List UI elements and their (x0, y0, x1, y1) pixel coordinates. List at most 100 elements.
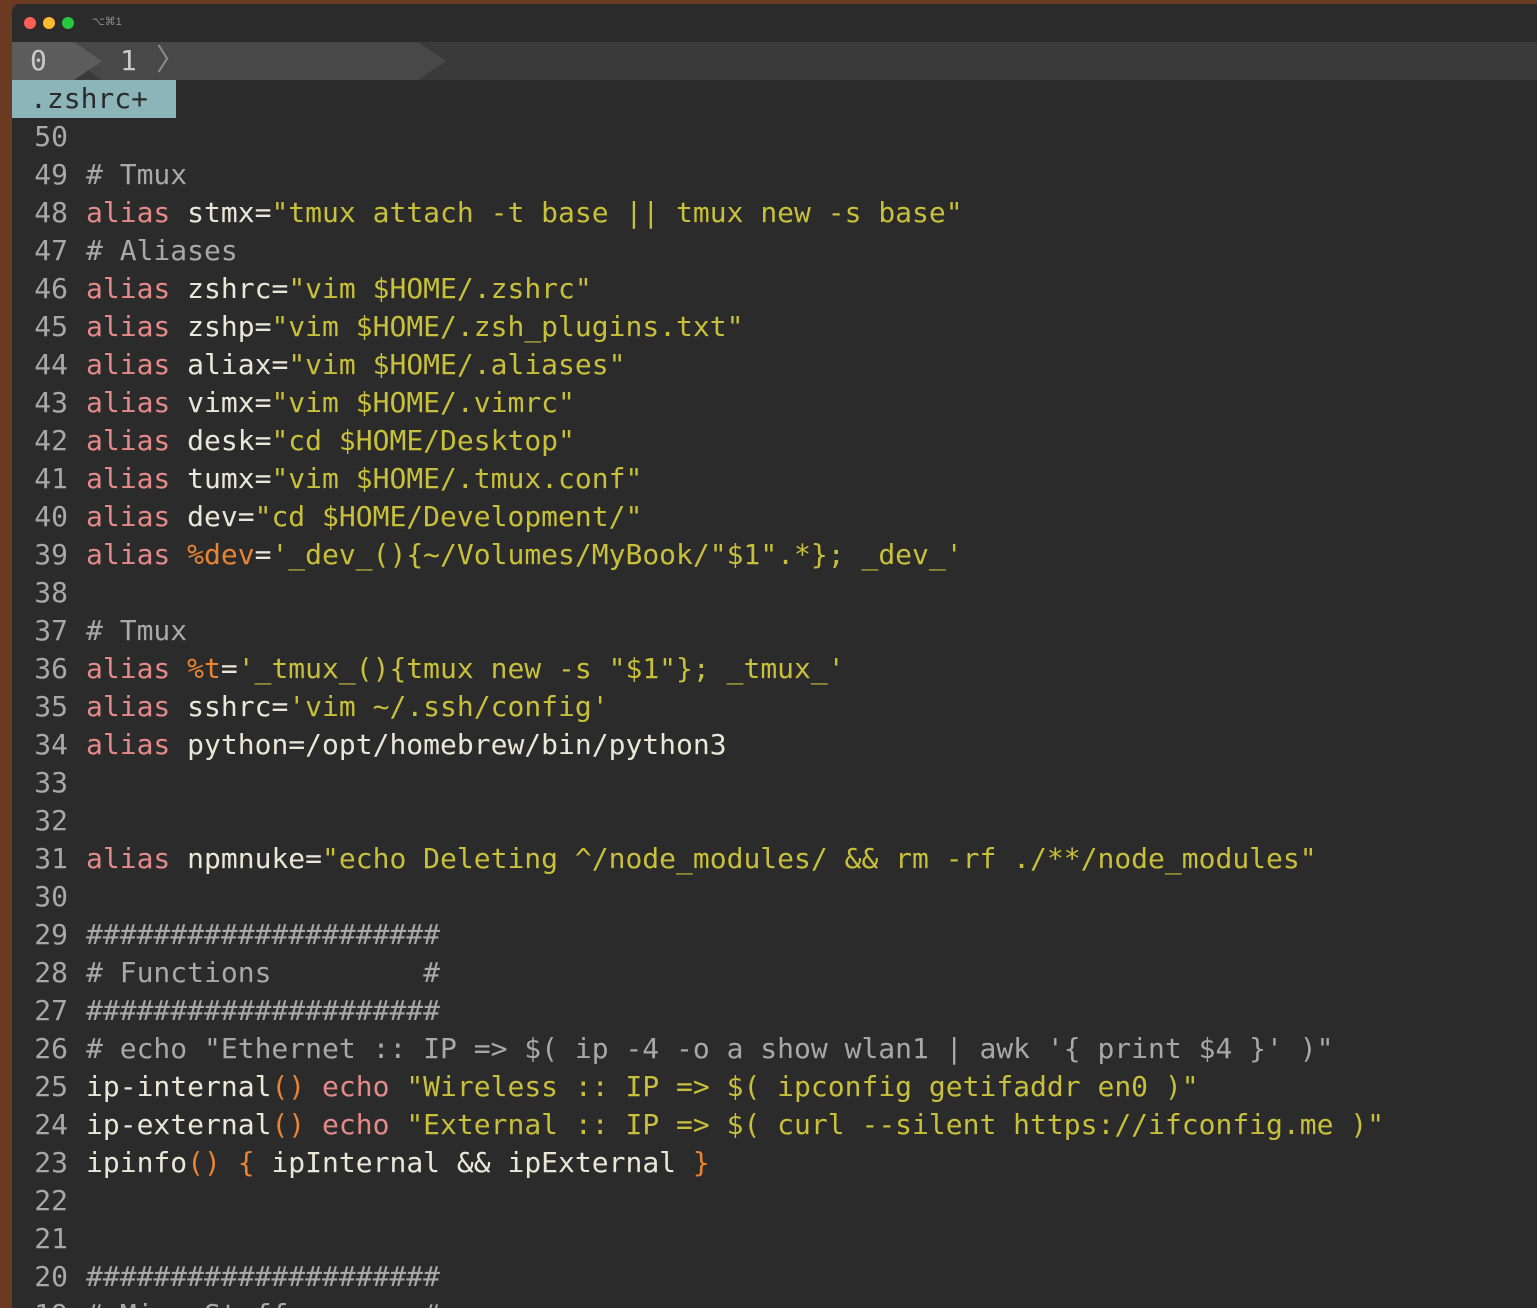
code-line[interactable]: 19 # Misc Stuff # (12, 1296, 1537, 1308)
line-number: 47 (34, 234, 68, 267)
code-token: zshp= (187, 310, 272, 343)
chevron-right-icon: 〉 (156, 43, 186, 78)
code-line[interactable]: 26 # echo "Ethernet :: IP => $( ip -4 -o … (12, 1030, 1537, 1068)
code-token: desk= (187, 424, 272, 457)
code-token: echo (322, 1108, 407, 1141)
code-line[interactable]: 47 # Aliases (12, 232, 1537, 270)
code-token: alias (86, 652, 188, 685)
code-token: = (220, 652, 238, 685)
line-number: 24 (34, 1108, 68, 1141)
tab-0-label: 0 (30, 44, 47, 77)
code-token: () (271, 1070, 323, 1103)
code-token: '_dev_(){~/Volumes/MyBook/"$1".*}; _dev_… (271, 538, 963, 571)
code-token: aliax= (187, 348, 289, 381)
line-number: 21 (34, 1222, 68, 1255)
code-line[interactable]: 48 alias stmx="tmux attach -t base || tmu… (12, 194, 1537, 232)
code-token: npmnuke= (187, 842, 323, 875)
code-token: sshrc= (187, 690, 289, 723)
code-line[interactable]: 22 (12, 1182, 1537, 1220)
line-number: 28 (34, 956, 68, 989)
code-token: alias (86, 462, 188, 495)
line-number: 50 (34, 120, 68, 153)
code-line[interactable]: 32 (12, 802, 1537, 840)
code-token: "cd $HOME/Desktop" (271, 424, 575, 457)
code-line[interactable]: 23 ipinfo() { ipInternal && ipExternal } (12, 1144, 1537, 1182)
code-token: "echo Deleting ^/node_modules/ && rm -rf… (322, 842, 1317, 875)
code-line[interactable]: 42 alias desk="cd $HOME/Desktop" (12, 422, 1537, 460)
line-number: 19 (12, 1296, 68, 1308)
code-token: python=/opt/homebrew/bin/python3 (187, 728, 727, 761)
code-line[interactable]: 46 alias zshrc="vim $HOME/.zshrc" (12, 270, 1537, 308)
line-number: 23 (34, 1146, 68, 1179)
code-line[interactable]: 20 ##################### (12, 1258, 1537, 1296)
line-number: 41 (34, 462, 68, 495)
line-number: 26 (34, 1032, 68, 1065)
code-token: } (692, 1146, 710, 1179)
line-number: 44 (34, 348, 68, 381)
code-line[interactable]: 44 alias aliax="vim $HOME/.aliases" (12, 346, 1537, 384)
code-token: "vim $HOME/.zsh_plugins.txt" (271, 310, 744, 343)
code-token: 'vim ~/.ssh/config' (288, 690, 609, 723)
code-line[interactable]: 45 alias zshp="vim $HOME/.zsh_plugins.txt… (12, 308, 1537, 346)
title-bar: ⌥⌘1 (12, 4, 1537, 42)
code-line[interactable]: 43 alias vimx="vim $HOME/.vimrc" (12, 384, 1537, 422)
code-token: tumx= (187, 462, 272, 495)
code-token: ip-internal (86, 1070, 272, 1103)
close-window-button[interactable] (24, 17, 36, 29)
code-token: alias (86, 196, 188, 229)
code-line[interactable]: 31 alias npmnuke="echo Deleting ^/node_mo… (12, 840, 1537, 878)
code-line[interactable]: 29 ##################### (12, 916, 1537, 954)
line-number: 39 (34, 538, 68, 571)
code-line[interactable]: 21 (12, 1220, 1537, 1258)
code-line[interactable]: 39 alias %dev='_dev_(){~/Volumes/MyBook/"… (12, 536, 1537, 574)
window-shortcut-label: ⌥⌘1 (92, 16, 122, 28)
code-token: # Tmux (86, 158, 188, 191)
editor-text-area[interactable]: 50 49 # Tmux 48 alias stmx="tmux attach -t b… (12, 118, 1537, 1308)
code-line[interactable]: 30 (12, 878, 1537, 916)
code-token: "External :: IP => $( curl --silent http… (406, 1108, 1385, 1141)
code-line[interactable]: 33 (12, 764, 1537, 802)
code-token: "tmux attach -t base || tmux new -s base… (271, 196, 963, 229)
code-token: dev= (187, 500, 255, 533)
code-token: '_tmux_(){tmux new -s "$1"}; _tmux_' (237, 652, 845, 685)
code-line[interactable]: 49 # Tmux (12, 156, 1537, 194)
code-line[interactable]: 36 alias %t='_tmux_(){tmux new -s "$1"}; … (12, 650, 1537, 688)
code-token: echo (322, 1070, 407, 1103)
code-token: ##################### (86, 994, 441, 1027)
code-token: stmx= (187, 196, 272, 229)
minimize-window-button[interactable] (43, 17, 55, 29)
code-line[interactable]: 24 ip-external() echo "External :: IP => … (12, 1106, 1537, 1144)
code-line[interactable]: 38 (12, 574, 1537, 612)
line-number: 22 (34, 1184, 68, 1217)
line-number: 34 (34, 728, 68, 761)
code-line[interactable]: 41 alias tumx="vim $HOME/.tmux.conf" (12, 460, 1537, 498)
line-number: 36 (34, 652, 68, 685)
code-line[interactable]: 50 (12, 118, 1537, 156)
code-token: "vim $HOME/.tmux.conf" (271, 462, 643, 495)
code-line[interactable]: 34 alias python=/opt/homebrew/bin/python3 (12, 726, 1537, 764)
code-line[interactable]: 40 alias dev="cd $HOME/Development/" (12, 498, 1537, 536)
code-token: "vim $HOME/.vimrc" (271, 386, 575, 419)
line-number: 32 (34, 804, 68, 837)
line-number: 31 (34, 842, 68, 875)
code-line[interactable]: 27 ##################### (12, 992, 1537, 1030)
code-token: "cd $HOME/Development/" (254, 500, 643, 533)
code-token: %dev (187, 538, 255, 571)
code-line[interactable]: 25 ip-internal() echo "Wireless :: IP => … (12, 1068, 1537, 1106)
maximize-window-button[interactable] (62, 17, 74, 29)
code-line[interactable]: 28 # Functions # (12, 954, 1537, 992)
code-line[interactable]: 37 # Tmux (12, 612, 1537, 650)
code-token: alias (86, 386, 188, 419)
line-number: 29 (34, 918, 68, 951)
code-token: # echo "Ethernet :: IP => $( ip -4 -o a … (86, 1032, 1334, 1065)
code-token: = (254, 538, 272, 571)
code-token: alias (86, 424, 188, 457)
code-token: alias (86, 272, 188, 305)
code-token: ipinfo (86, 1146, 188, 1179)
code-token: ip-external (86, 1108, 272, 1141)
code-token: "vim $HOME/.aliases" (288, 348, 626, 381)
line-number: 25 (34, 1070, 68, 1103)
line-number: 45 (34, 310, 68, 343)
code-line[interactable]: 35 alias sshrc='vim ~/.ssh/config' (12, 688, 1537, 726)
code-token: () (271, 1108, 323, 1141)
